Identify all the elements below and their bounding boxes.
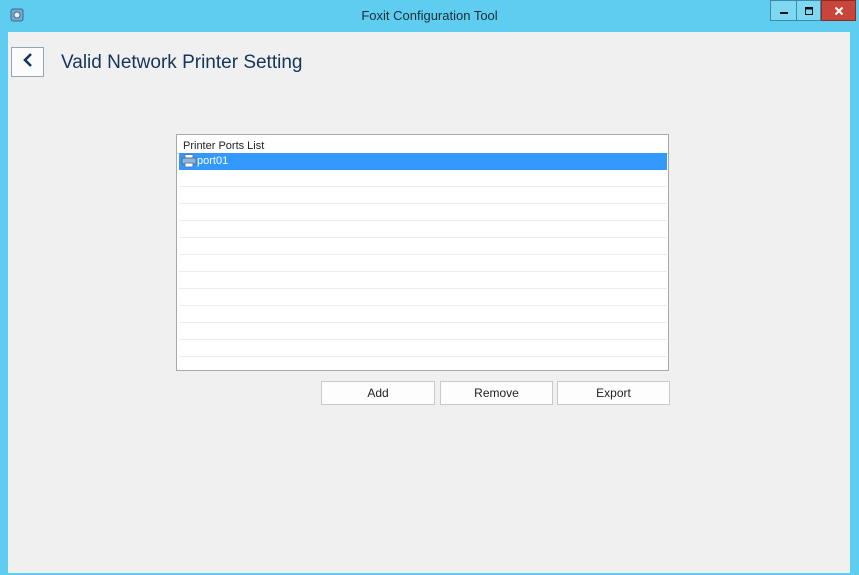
printer-ports-list[interactable]: Printer Ports List port01 bbox=[176, 134, 669, 371]
export-button[interactable]: Export bbox=[557, 381, 670, 405]
list-row-empty[interactable] bbox=[179, 238, 667, 255]
list-row-empty[interactable] bbox=[179, 221, 667, 238]
list-row-empty[interactable] bbox=[179, 187, 667, 204]
close-icon bbox=[834, 1, 844, 20]
list-row-empty[interactable] bbox=[179, 170, 667, 187]
list-row-empty[interactable] bbox=[179, 204, 667, 221]
content-area: Valid Network Printer Setting Printer Po… bbox=[8, 32, 850, 573]
list-item-label: port01 bbox=[197, 155, 229, 167]
chevron-left-icon bbox=[21, 52, 35, 72]
app-window: Foxit Configuration Tool Valid Network P… bbox=[0, 0, 859, 575]
page-title: Valid Network Printer Setting bbox=[61, 52, 303, 73]
list-row-empty[interactable] bbox=[179, 306, 667, 323]
remove-button[interactable]: Remove bbox=[440, 381, 553, 405]
printer-icon bbox=[181, 154, 197, 168]
close-button[interactable] bbox=[821, 0, 856, 21]
maximize-button[interactable] bbox=[796, 0, 821, 21]
title-bar[interactable]: Foxit Configuration Tool bbox=[0, 0, 859, 32]
minimize-button[interactable] bbox=[770, 0, 796, 21]
list-row-empty[interactable] bbox=[179, 289, 667, 306]
add-button[interactable]: Add bbox=[321, 381, 435, 405]
maximize-icon bbox=[804, 1, 814, 20]
minimize-icon bbox=[779, 1, 789, 20]
list-item[interactable]: port01 bbox=[179, 153, 667, 170]
list-row-empty[interactable] bbox=[179, 323, 667, 340]
list-row-empty[interactable] bbox=[179, 340, 667, 357]
list-header: Printer Ports List bbox=[177, 135, 668, 154]
list-row-empty[interactable] bbox=[179, 272, 667, 289]
back-button[interactable] bbox=[11, 47, 44, 77]
list-row-empty[interactable] bbox=[179, 255, 667, 272]
window-title: Foxit Configuration Tool bbox=[361, 8, 498, 23]
